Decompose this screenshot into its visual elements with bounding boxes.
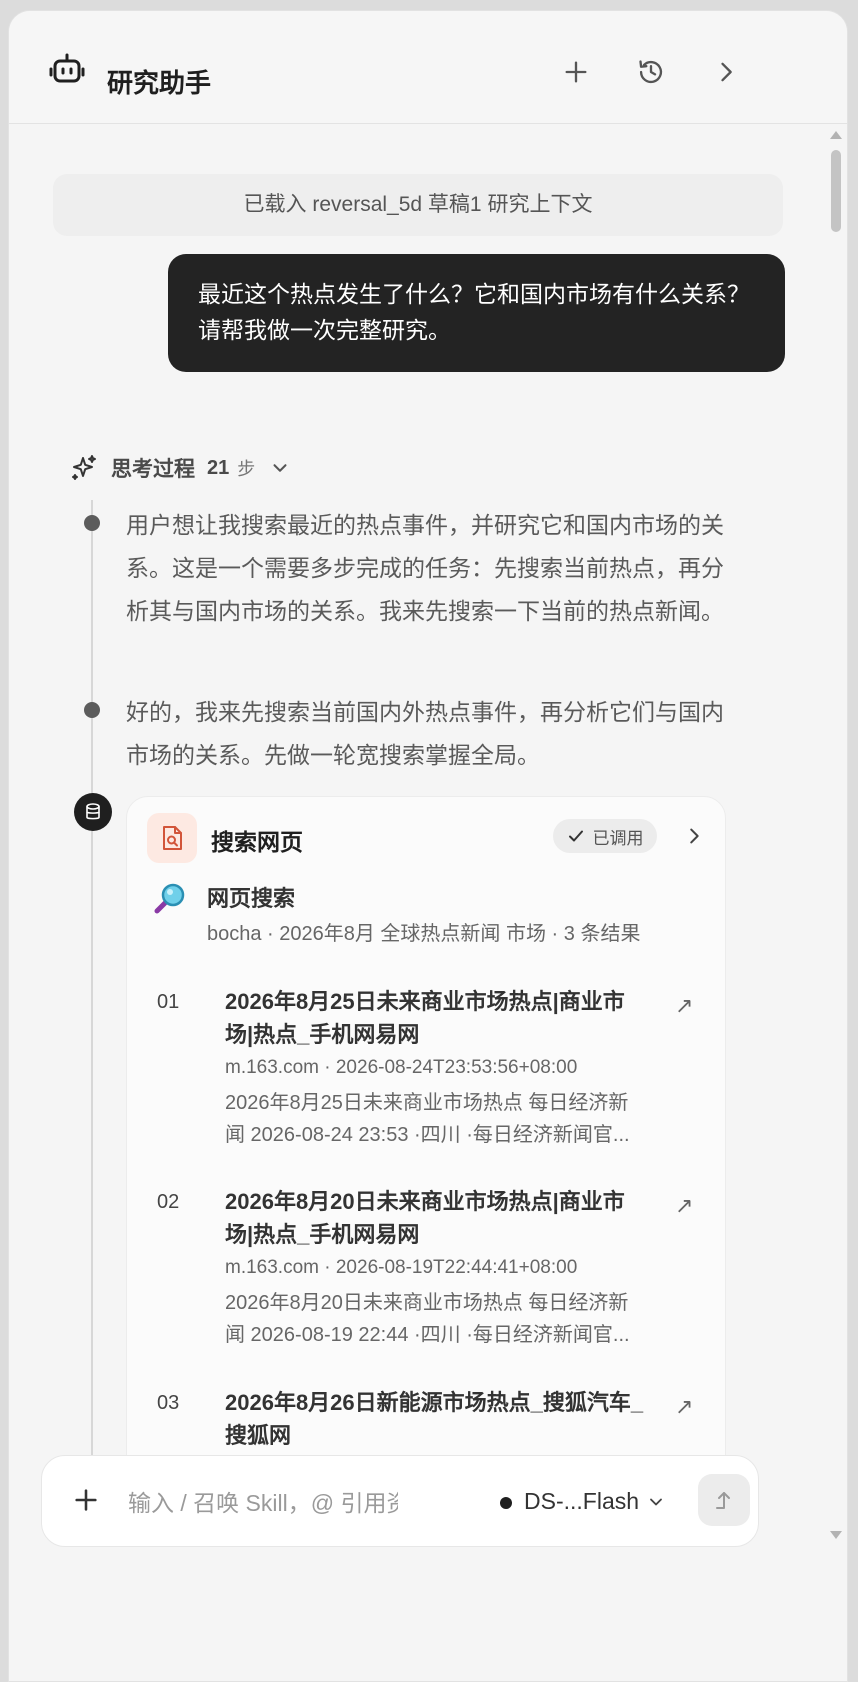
- magnifier-icon: [154, 883, 185, 914]
- tool-step-badge: [74, 793, 112, 831]
- result-title[interactable]: 2026年8月26日新能源市场热点_搜狐汽车_搜狐网: [225, 1386, 645, 1452]
- model-status-dot: [500, 1497, 512, 1509]
- sparkle-icon: [72, 455, 96, 480]
- external-link-icon[interactable]: ↗: [675, 1193, 693, 1219]
- chat-scroll-area[interactable]: 已载入 reversal_5d 草稿1 研究上下文 最近这个热点发生了什么？它和…: [9, 124, 847, 1546]
- search-title: 网页搜索: [207, 886, 296, 911]
- send-icon: [716, 1492, 730, 1509]
- chevron-down-icon: [273, 464, 287, 472]
- tool-title: 搜索网页: [211, 829, 303, 855]
- external-link-icon[interactable]: ↗: [675, 1394, 693, 1420]
- timeline-dot: [84, 515, 100, 531]
- status-badge: 已调用: [553, 819, 657, 853]
- file-search-icon: [163, 826, 182, 850]
- timeline-dot: [84, 702, 100, 718]
- timeline-line: [91, 500, 93, 1546]
- result-number: 03: [157, 1392, 180, 1414]
- thinking-step-unit: 步: [237, 459, 256, 479]
- scroll-up-arrow[interactable]: [830, 131, 842, 139]
- external-link-icon[interactable]: ↗: [675, 993, 693, 1019]
- send-button[interactable]: [698, 1474, 750, 1526]
- thinking-step-count: 21: [207, 456, 230, 479]
- plus-icon: [565, 61, 587, 83]
- message-input[interactable]: [126, 1482, 400, 1524]
- result-source: m.163.com · 2026-08-24T23:53:56+08:00: [225, 1057, 578, 1078]
- new-chat-button[interactable]: [561, 57, 591, 87]
- result-title[interactable]: 2026年8月20日未来商业市场热点|商业市场|热点_手机网易网: [225, 1185, 645, 1251]
- attach-plus-icon[interactable]: [72, 1486, 100, 1514]
- result-snippet: 2026年8月20日未来商业市场热点 每日经济新闻 2026-08-19 22:…: [225, 1292, 630, 1346]
- status-badge-label: 已调用: [592, 828, 644, 848]
- chevron-down-icon[interactable]: [646, 1492, 666, 1512]
- result-snippet: 2026年8月25日未来商业市场热点 每日经济新闻 2026-08-24 23:…: [225, 1092, 630, 1146]
- search-meta: bocha · 2026年8月 全球热点新闻 市场 · 3 条结果: [207, 923, 641, 945]
- thinking-toggle[interactable]: 思考过程 21 步: [69, 450, 291, 486]
- scrollbar[interactable]: [829, 124, 843, 1546]
- history-icon: [639, 60, 663, 84]
- robot-icon: [49, 53, 85, 83]
- scrollbar-thumb[interactable]: [831, 150, 841, 232]
- app-title: 研究助手: [107, 68, 212, 98]
- result-number: 02: [157, 1191, 180, 1213]
- user-message-bubble: 最近这个热点发生了什么？它和国内市场有什么关系？请帮我做一次完整研究。: [168, 254, 785, 372]
- thinking-label: 思考过程: [111, 458, 195, 481]
- assistant-window: 研究助手 已载入 reversal_5d 草稿1 研究上下文 最近这个热点发生了…: [8, 10, 848, 1682]
- thinking-step-text: 好的，我来先搜索当前国内外热点事件，再分析它们与国内市场的关系。先做一轮宽搜索掌…: [126, 699, 724, 768]
- message-composer: DS-...Flash: [41, 1455, 759, 1547]
- result-title[interactable]: 2026年8月25日未来商业市场热点|商业市场|热点_手机网易网: [225, 985, 645, 1051]
- chevron-right-icon[interactable]: [683, 825, 705, 847]
- database-icon: [86, 803, 100, 820]
- result-number: 01: [157, 991, 180, 1013]
- scroll-down-arrow[interactable]: [830, 1531, 842, 1539]
- model-selector[interactable]: DS-...Flash: [524, 1488, 639, 1515]
- context-loaded-notice: 已载入 reversal_5d 草稿1 研究上下文: [53, 174, 783, 236]
- header-bar: 研究助手: [9, 11, 847, 124]
- collapse-panel-button[interactable]: [711, 57, 741, 87]
- chevron-right-icon: [721, 62, 732, 82]
- check-icon: [568, 830, 583, 842]
- tool-call-card[interactable]: 搜索网页 已调用 网页搜索 bocha · 2026年8月 全球热点新闻 市场 …: [126, 796, 726, 1546]
- history-button[interactable]: [636, 57, 666, 87]
- result-source: m.163.com · 2026-08-19T22:44:41+08:00: [225, 1257, 578, 1278]
- tool-icon-box: [147, 813, 197, 863]
- thinking-step-text: 用户想让我搜索最近的热点事件，并研究它和国内市场的关系。这是一个需要多步完成的任…: [126, 512, 724, 624]
